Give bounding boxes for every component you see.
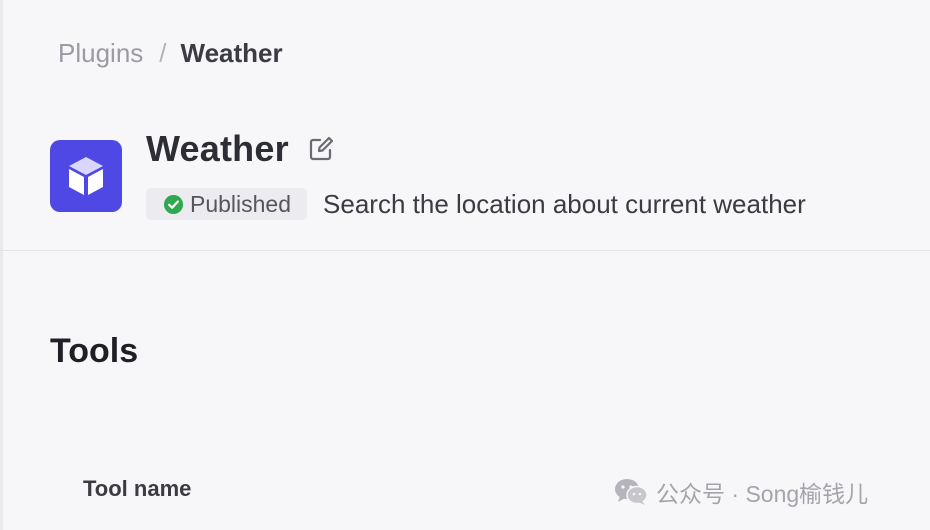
left-edge-divider: [0, 0, 3, 530]
breadcrumb-separator: /: [159, 37, 167, 68]
tools-heading: Tools: [50, 332, 139, 370]
plugin-name: Weather: [146, 128, 289, 169]
cube-icon: [69, 157, 103, 195]
edit-icon[interactable]: [307, 135, 335, 163]
status-label: Published: [190, 190, 292, 217]
watermark: 公众号 · Song榆钱儿: [614, 476, 868, 508]
breadcrumb-current: Weather: [180, 37, 283, 68]
plugin-header: Weather: [146, 128, 335, 170]
watermark-text: 公众号 · Song榆钱儿: [656, 481, 869, 507]
status-badge: Published: [146, 188, 308, 220]
plugin-logo: [50, 140, 122, 212]
breadcrumb: Plugins / Weather: [58, 36, 283, 70]
wechat-icon: [614, 478, 648, 506]
breadcrumb-plugins-link[interactable]: Plugins: [58, 38, 143, 69]
plugin-description: Search the location about current weathe…: [323, 188, 806, 219]
check-circle-icon: [162, 193, 184, 215]
header-divider: [0, 250, 930, 251]
column-header-tool-name: Tool name: [83, 476, 192, 501]
plugin-meta-row: Published Search the location about curr…: [146, 188, 806, 220]
